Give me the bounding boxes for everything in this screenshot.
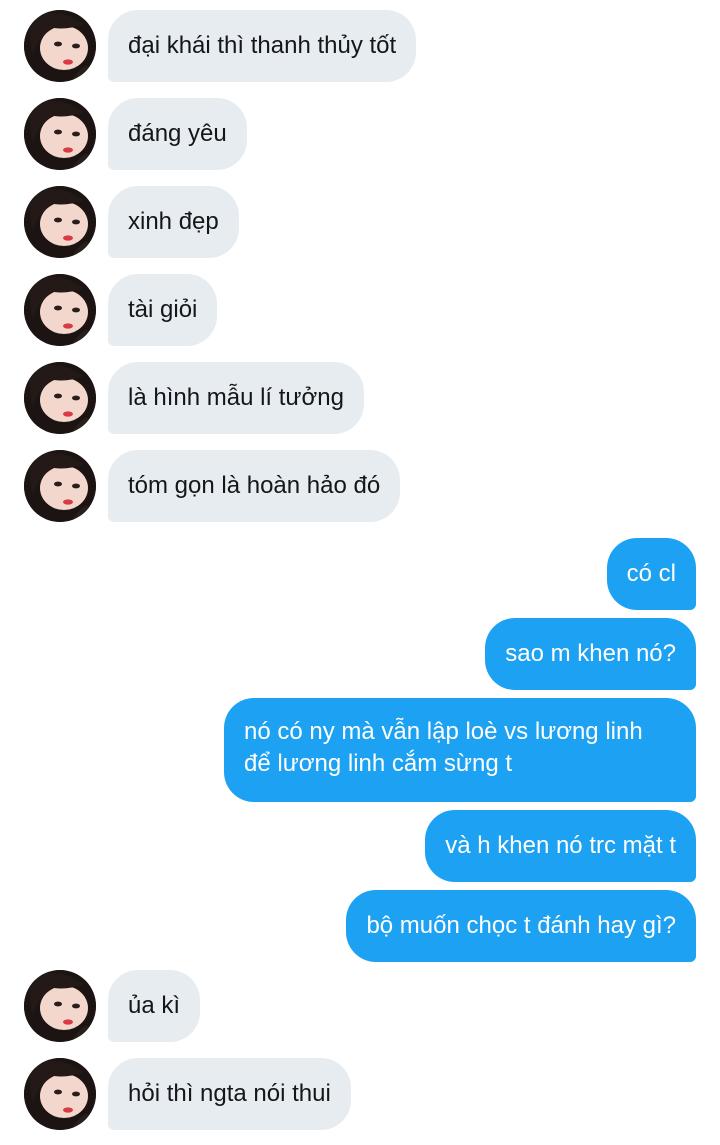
avatar-image [24,10,96,82]
message-bubble[interactable]: nó có ny mà vẫn lập loè vs lương linh để… [224,698,696,802]
avatar-image [24,450,96,522]
avatar-image [24,98,96,170]
avatar[interactable] [24,274,96,346]
message-bubble[interactable]: và h khen nó trc mặt t [425,810,696,882]
avatar[interactable] [24,186,96,258]
avatar[interactable] [24,98,96,170]
message-bubble[interactable]: hỏi thì ngta nói thui [108,1058,351,1130]
message-bubble[interactable]: bộ muốn chọc t đánh hay gì? [346,890,696,962]
message-bubble[interactable]: sao m khen nó? [485,618,696,690]
avatar-image [24,1058,96,1130]
message-bubble[interactable]: ủa kì [108,970,201,1042]
message-bubble[interactable]: có cl [606,538,696,610]
avatar[interactable] [24,362,96,434]
avatar[interactable] [24,1058,96,1130]
avatar-image [24,362,96,434]
message-bubble[interactable]: tóm gọn là hoàn hảo đó [108,450,401,522]
avatar[interactable] [24,970,96,1042]
avatar-image [24,970,96,1042]
message-bubble[interactable]: đáng yêu [108,98,247,170]
message-bubble[interactable]: là hình mẫu lí tưởng [108,362,364,434]
message-bubble[interactable]: xinh đẹp [108,186,239,258]
message-bubble[interactable]: tài giỏi [108,274,218,346]
message-bubble[interactable]: đại khái thì thanh thủy tốt [108,10,417,82]
avatar[interactable] [24,10,96,82]
avatar[interactable] [24,450,96,522]
avatar-image [24,274,96,346]
avatar-image [24,186,96,258]
